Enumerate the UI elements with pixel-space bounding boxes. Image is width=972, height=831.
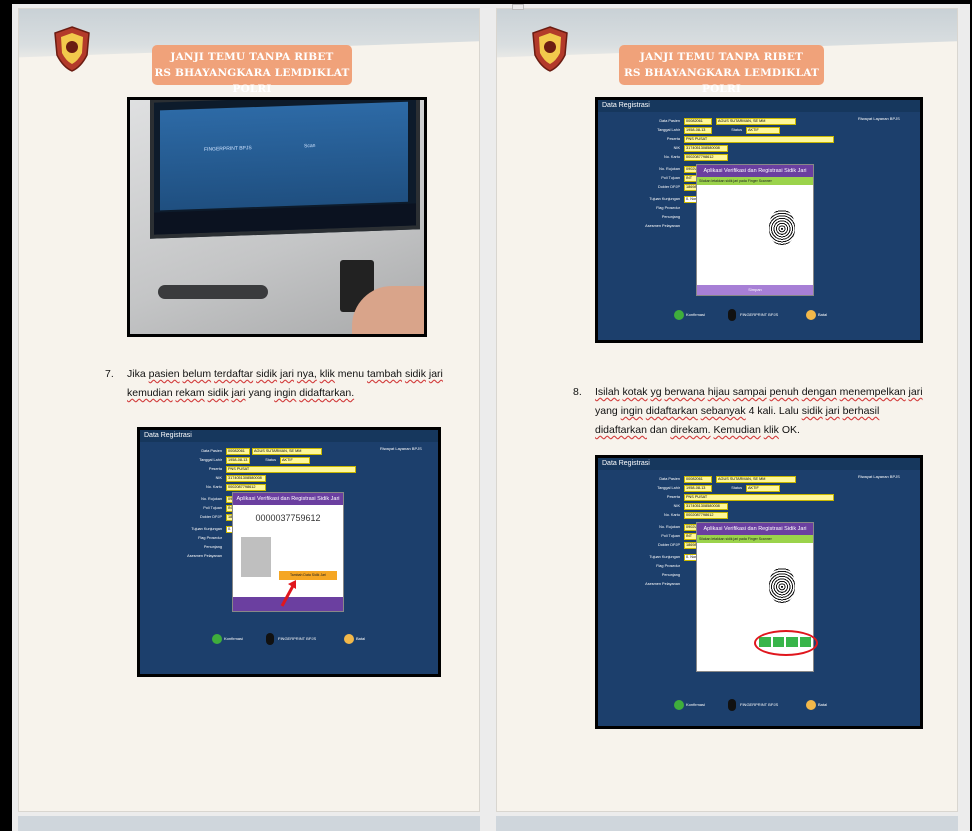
step-8-text: 8. Isilah kotak yg berwana hijau sampai … <box>573 386 923 436</box>
green-instruction: Silakan letakkan sidik jari pada Finger … <box>697 177 813 185</box>
page-right: JANJI TEMU TANPA RIBET RS BHAYANGKARA LE… <box>496 8 958 812</box>
red-highlight-circle <box>754 630 818 656</box>
registrasi-screenshot-1: Data Registrasi Data Pasien 00082061 AGUS … <box>595 97 923 343</box>
screenshot-title: Data Registrasi <box>140 430 438 442</box>
document-viewer: JANJI TEMU TANPA RIBET RS BHAYANGKARA LE… <box>12 4 970 831</box>
police-logo-icon <box>54 26 90 72</box>
page-toggle-button[interactable] <box>512 4 524 10</box>
page-left: JANJI TEMU TANPA RIBET RS BHAYANGKARA LE… <box>18 8 480 812</box>
registrasi-screenshot-step7: Data Registrasi Data Pasien 00082061 AGUS … <box>137 427 441 677</box>
dialog-title: Aplikasi Verifikasi dan Registrasi Sidik… <box>233 493 343 505</box>
police-logo-icon <box>532 26 568 72</box>
next-page-right-preview <box>496 816 958 831</box>
title-banner: JANJI TEMU TANPA RIBET RS BHAYANGKARA LE… <box>152 45 352 95</box>
fingerprint-icon <box>728 309 736 321</box>
kiosk-photo: FINGERPRINT BPJS Scan <box>127 97 427 337</box>
step-7-text: 7. Jika pasien belum terdaftar sidik jar… <box>105 368 443 399</box>
banner-line-2: RS BHAYANGKARA LEMDIKLAT POLRI <box>154 67 350 95</box>
title-banner: JANJI TEMU TANPA RIBET RS BHAYANGKARA LE… <box>619 45 824 95</box>
registrasi-screenshot-step8: Data Registrasi Data Pasien 00082061 AGUS … <box>595 455 923 729</box>
riwayat-layanan-link[interactable]: Riwayat Layanan BPJS <box>380 446 430 454</box>
kiosk-card-slot <box>158 285 268 299</box>
fingerprint-icon <box>728 699 736 711</box>
fingerprint-image <box>769 209 795 245</box>
card-number: 0000037759612 <box>255 513 321 523</box>
fingerprint-icon <box>266 633 274 645</box>
konfirmasi-icon[interactable] <box>212 634 222 644</box>
red-arrow-icon <box>280 580 296 607</box>
kiosk-scan-label: Scan <box>304 142 316 150</box>
banner-line-1: JANJI TEMU TANPA RIBET <box>170 51 334 63</box>
verifikasi-dialog: Aplikasi Verifikasi dan Registrasi Sidik… <box>696 164 814 296</box>
next-page-left-preview <box>18 816 480 831</box>
batal-icon[interactable] <box>344 634 354 644</box>
patient-photo <box>241 537 271 577</box>
